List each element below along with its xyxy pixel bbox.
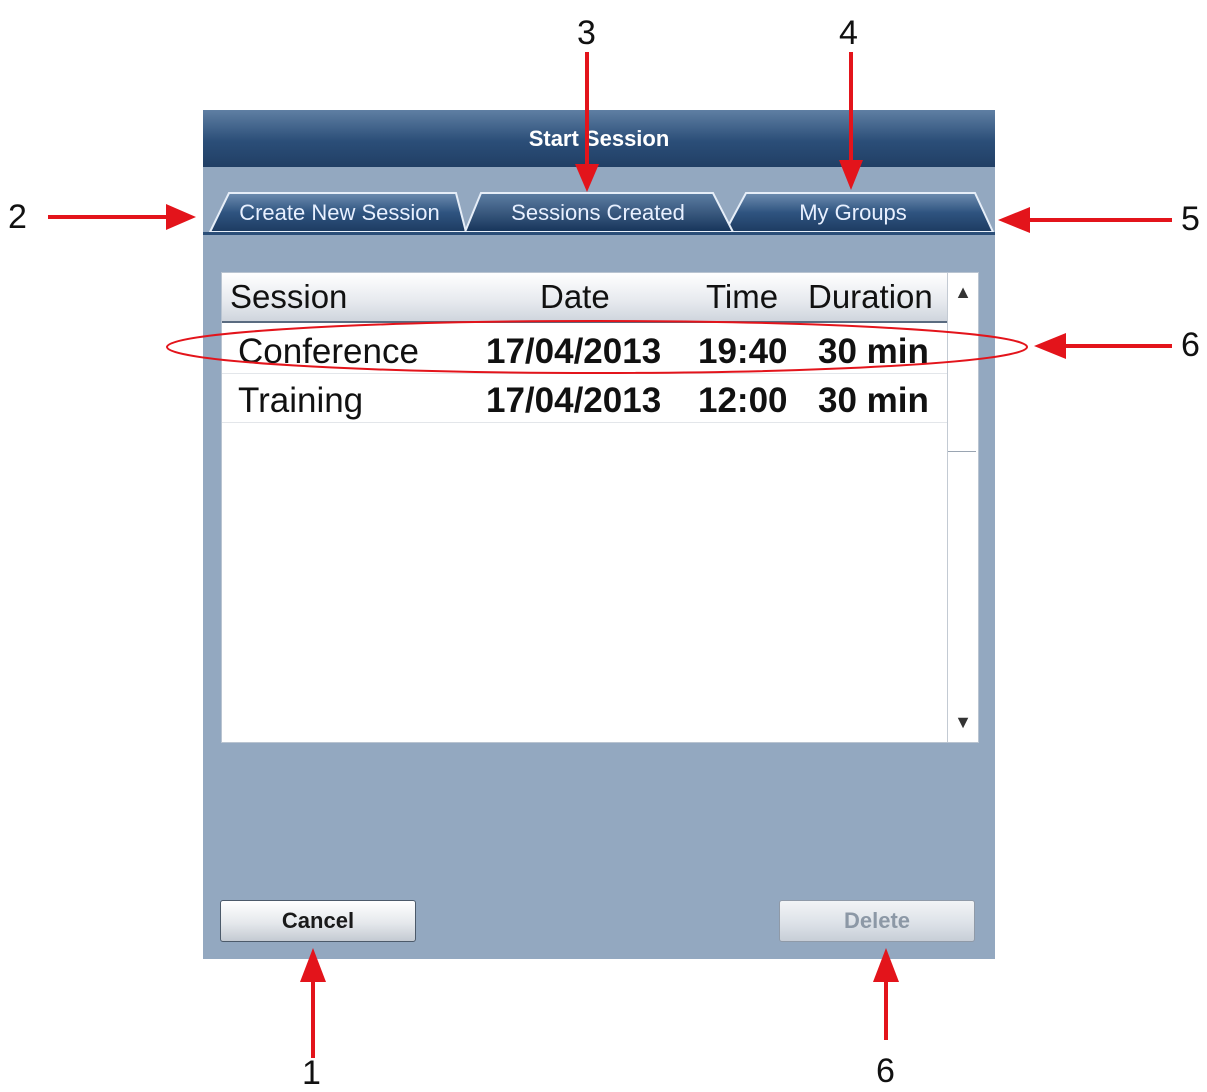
callout-number-3: 3 <box>577 14 596 52</box>
cell-date: 17/04/2013 <box>486 332 662 371</box>
column-header-session[interactable]: Session <box>230 279 347 315</box>
table-header: Session Date Time Duration <box>222 273 947 323</box>
callout-arrowhead-6-right <box>1034 333 1066 359</box>
tab-strip-baseline <box>203 232 995 235</box>
callout-number-2: 2 <box>8 198 27 236</box>
cell-session: Conference <box>238 332 419 371</box>
column-header-duration[interactable]: Duration <box>808 279 933 315</box>
scroll-down-arrow-icon[interactable]: ▼ <box>952 709 974 735</box>
tab-create-new-session[interactable]: Create New Session <box>217 194 462 232</box>
cancel-button[interactable]: Cancel <box>220 900 416 942</box>
tab-sessions-created[interactable]: Sessions Created <box>473 194 723 232</box>
callout-arrowhead-5 <box>998 207 1030 233</box>
cell-session: Training <box>238 381 364 420</box>
column-header-date[interactable]: Date <box>540 279 610 315</box>
cell-time: 19:40 <box>698 332 788 371</box>
scroll-up-arrow-icon[interactable]: ▲ <box>952 279 974 305</box>
cell-time: 12:00 <box>698 381 788 420</box>
column-header-time[interactable]: Time <box>706 279 778 315</box>
table-row[interactable]: Training 17/04/2013 12:00 30 min <box>222 374 947 423</box>
callout-number-4: 4 <box>839 14 858 52</box>
cell-duration: 30 min <box>818 332 929 371</box>
callout-arrowhead-2 <box>166 204 196 230</box>
cell-duration: 30 min <box>818 381 929 420</box>
vertical-scrollbar[interactable]: ▲ ▼ <box>947 273 978 742</box>
callout-number-5: 5 <box>1181 200 1200 238</box>
table-row[interactable]: Conference 17/04/2013 19:40 30 min <box>222 325 947 374</box>
dialog-title: Start Session <box>203 110 995 167</box>
delete-button[interactable]: Delete <box>779 900 975 942</box>
callout-number-1: 1 <box>302 1054 321 1092</box>
sessions-list: Session Date Time Duration Conference 17… <box>221 272 979 743</box>
cell-date: 17/04/2013 <box>486 381 662 420</box>
callout-number-6-bottom: 6 <box>876 1052 895 1090</box>
callout-number-6-right: 6 <box>1181 326 1200 364</box>
scroll-thumb[interactable] <box>948 451 976 452</box>
tab-my-groups[interactable]: My Groups <box>738 194 968 232</box>
start-session-dialog: Start Session Create New Session Session… <box>203 110 995 959</box>
